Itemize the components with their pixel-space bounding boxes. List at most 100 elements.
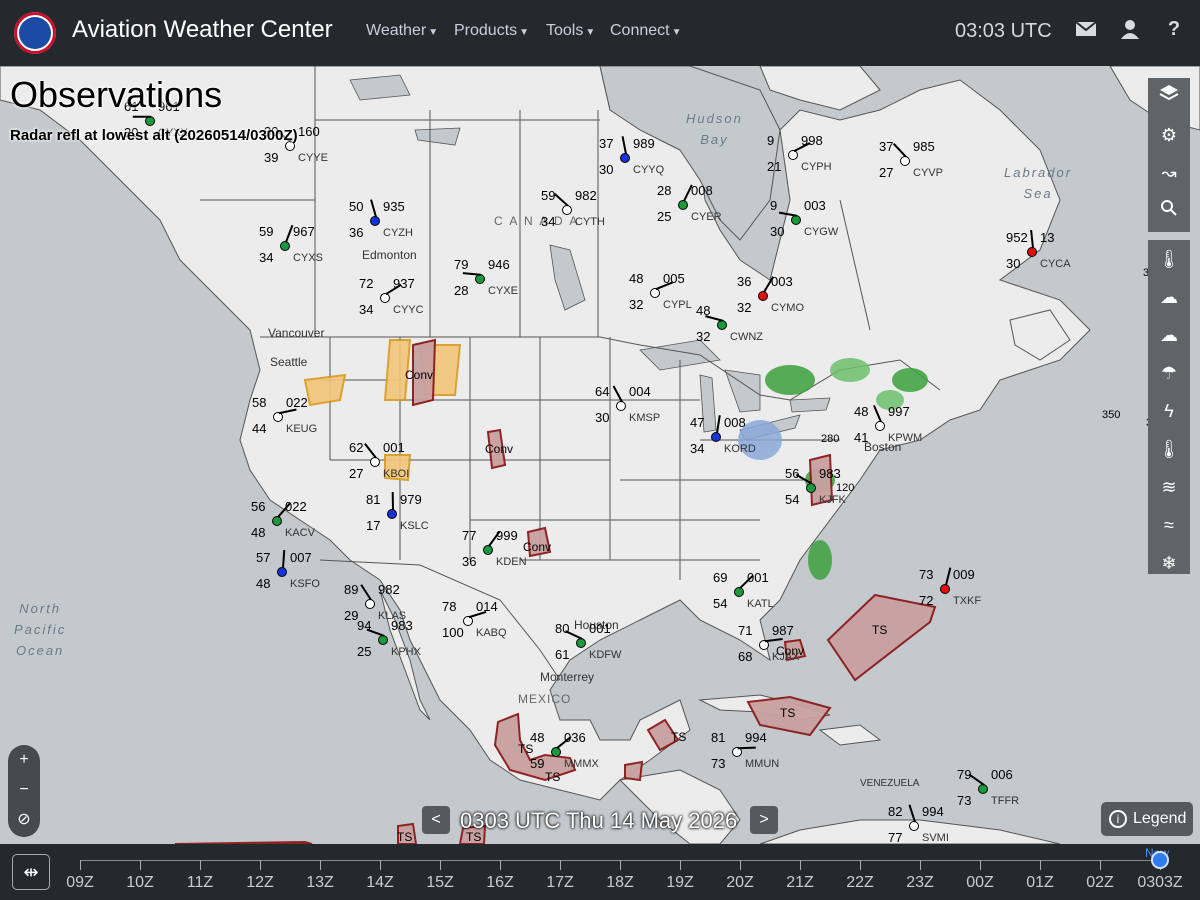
wind-icon[interactable]: ≋ [1148, 468, 1190, 506]
timeline-tick [860, 860, 861, 870]
timeline-tick-label[interactable]: 12Z [246, 874, 274, 892]
timeline-tick-label[interactable]: 21Z [786, 874, 814, 892]
timeline-tick-label[interactable]: 15Z [426, 874, 454, 892]
timeline-tick-label[interactable]: 16Z [486, 874, 514, 892]
cloud-fog-icon[interactable]: ☁ [1148, 278, 1190, 316]
station-marker[interactable] [711, 432, 721, 442]
station-temperature: 77 [462, 528, 477, 543]
sigmet-label[interactable]: Conv [485, 442, 513, 456]
station-marker[interactable] [365, 599, 375, 609]
sigmet-label[interactable]: TS [545, 770, 560, 784]
help-icon[interactable]: ? [1161, 18, 1187, 46]
layers-icon[interactable] [1148, 78, 1190, 116]
timeline-tick-label[interactable]: 02Z [1086, 874, 1114, 892]
sigmet-label[interactable]: TS [780, 706, 795, 720]
sigmet-label[interactable]: TS [397, 830, 412, 844]
search-icon[interactable] [1148, 192, 1190, 230]
nav-connect-label: Connect [610, 22, 670, 39]
timeline-tick [920, 860, 921, 870]
nav-weather-menu[interactable]: Weather ▼ [366, 22, 438, 40]
station-marker[interactable] [483, 545, 493, 555]
thermometer-wind-icon[interactable]: 🌡 [1148, 240, 1190, 278]
turbulence-icon[interactable]: ≈ [1148, 506, 1190, 544]
timeline-tick-label[interactable]: 20Z [726, 874, 754, 892]
station-temperature: 81 [711, 730, 726, 745]
thermometer-icon[interactable]: 🌡 [1148, 430, 1190, 468]
station-marker[interactable] [280, 241, 290, 251]
timeline-tick-label[interactable]: 14Z [366, 874, 394, 892]
gear-icon[interactable]: ⚙ [1148, 116, 1190, 154]
reset-view-button[interactable]: ⊘ [8, 805, 40, 835]
cloud-icon[interactable]: ☁ [1148, 316, 1190, 354]
station-marker[interactable] [620, 153, 630, 163]
envelope-icon[interactable] [1073, 18, 1099, 46]
nav-products-menu[interactable]: Products ▼ [454, 22, 529, 40]
legend-label: Legend [1133, 810, 1187, 827]
timeline-tick [620, 860, 621, 870]
timeline-tick-label[interactable]: 01Z [1026, 874, 1054, 892]
station-marker[interactable] [1027, 247, 1037, 257]
time-prev-button[interactable]: < [422, 806, 450, 834]
station-temperature: 80 [555, 621, 570, 636]
timeline-toggle-button[interactable]: ⇹ [12, 854, 50, 890]
station-marker[interactable] [875, 421, 885, 431]
station-marker[interactable] [272, 516, 282, 526]
pirep-label[interactable]: 120 [836, 482, 854, 494]
sigmet-label[interactable]: TS [872, 623, 887, 637]
timeline-tick-label[interactable]: 23Z [906, 874, 934, 892]
nav-connect-menu[interactable]: Connect ▼ [610, 22, 682, 40]
timeline-tick-label[interactable]: 19Z [666, 874, 694, 892]
timeline-tick-label[interactable]: 0303Z [1137, 874, 1182, 892]
station-marker[interactable] [678, 200, 688, 210]
station-marker[interactable] [734, 587, 744, 597]
station-temperature: 79 [957, 767, 972, 782]
station-dewpoint: 34 [359, 302, 374, 317]
timeline-tick-label[interactable]: 13Z [306, 874, 334, 892]
station-marker[interactable] [788, 150, 798, 160]
lightning-icon[interactable]: ϟ [1148, 392, 1190, 430]
zoom-out-button[interactable]: − [8, 775, 40, 805]
timeline-tick-label[interactable]: 00Z [966, 874, 994, 892]
sigmet-label[interactable]: TS [671, 730, 686, 744]
station-marker[interactable] [370, 216, 380, 226]
pirep-label[interactable]: 280 [821, 433, 839, 445]
station-marker[interactable] [758, 291, 768, 301]
station-id: CWNZ [730, 331, 763, 343]
station-marker[interactable] [616, 401, 626, 411]
weather-map[interactable]: TS TS TS TS TS TS TS Conv Conv Conv Conv… [0, 66, 1200, 844]
station-temperature: 56 [251, 499, 266, 514]
sigmet-label[interactable]: Conv [523, 540, 551, 554]
route-icon[interactable]: ↝ [1148, 154, 1190, 192]
station-dewpoint: 28 [454, 283, 469, 298]
timeline-tick-label[interactable]: 10Z [126, 874, 154, 892]
timeline-tick-label[interactable]: 09Z [66, 874, 94, 892]
station-marker[interactable] [940, 584, 950, 594]
station-marker[interactable] [551, 747, 561, 757]
station-temperature: 48 [696, 303, 711, 318]
city-label: Edmonton [362, 248, 417, 262]
lake-ontario [789, 397, 831, 413]
station-marker[interactable] [387, 509, 397, 519]
nav-tools-menu[interactable]: Tools ▼ [546, 22, 595, 40]
time-next-button[interactable]: > [750, 806, 778, 834]
pirep-label[interactable]: 350 [1102, 409, 1120, 421]
station-pressure: 982 [378, 582, 400, 597]
noaa-logo[interactable] [14, 12, 56, 54]
site-title[interactable]: Aviation Weather Center [72, 16, 333, 44]
umbrella-icon[interactable]: ☂ [1148, 354, 1190, 392]
station-pressure: 022 [285, 499, 307, 514]
station-marker[interactable] [277, 567, 287, 577]
timeline-tick-label[interactable]: 17Z [546, 874, 574, 892]
station-marker[interactable] [380, 293, 390, 303]
timeline-tick-label[interactable]: 18Z [606, 874, 634, 892]
user-icon[interactable] [1117, 18, 1143, 46]
legend-button[interactable]: i Legend [1101, 802, 1193, 836]
timeline-slider-handle[interactable] [1151, 851, 1169, 869]
station-marker[interactable] [909, 821, 919, 831]
timeline-tick-label[interactable]: 11Z [187, 874, 213, 892]
timeline-tick-label[interactable]: 22Z [846, 874, 874, 892]
icing-icon[interactable]: ❄ [1148, 544, 1190, 582]
sigmet-label[interactable]: Conv [405, 368, 433, 382]
station-id: CYXS [293, 252, 323, 264]
zoom-in-button[interactable]: + [8, 745, 40, 775]
